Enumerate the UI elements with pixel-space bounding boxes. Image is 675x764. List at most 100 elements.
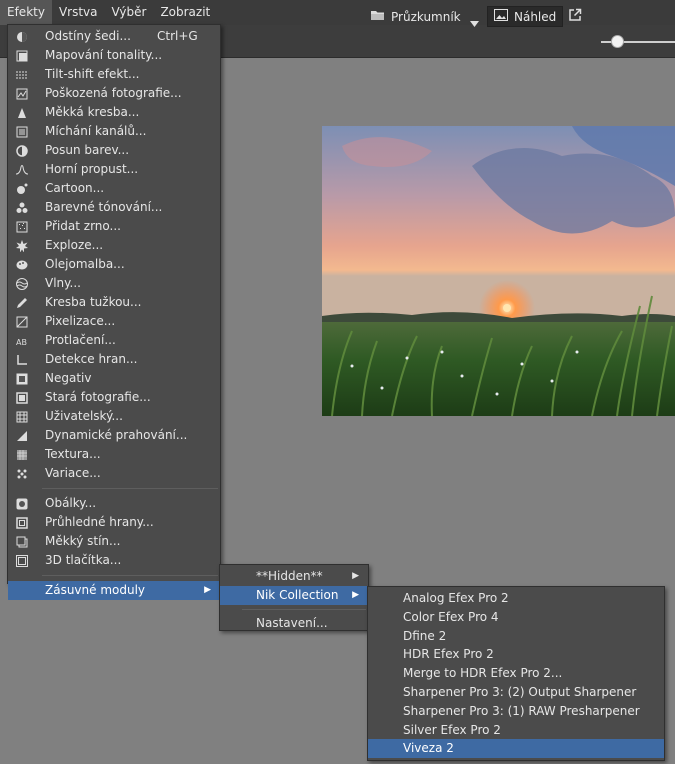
menu-item-sharpener-pro-3-2-output-sharpener[interactable]: Sharpener Pro 3: (2) Output Sharpener: [368, 683, 664, 702]
tonemap-icon: [16, 49, 28, 62]
explorer-dropdown[interactable]: [470, 12, 479, 33]
menu-item-label: Stará fotografie...: [45, 390, 151, 404]
menu-item-label: Měkký stín...: [45, 534, 121, 548]
menu-item-label: Dynamické prahování...: [45, 428, 188, 442]
menu-item-odstiny-sedi[interactable]: Odstíny šedi... Ctrl+G: [8, 27, 220, 46]
menu-item-label: Míchání kanálů...: [45, 124, 147, 138]
menu-item-mapovani-tonality[interactable]: Mapování tonality...: [8, 46, 220, 65]
menu-vyber[interactable]: Výběr: [105, 0, 154, 25]
oil-paint-icon: [16, 258, 28, 270]
menu-item-dfine-2[interactable]: Dfine 2: [368, 627, 664, 646]
chevron-down-icon: [470, 16, 479, 30]
menu-item-pixelizace[interactable]: Pixelizace...: [8, 312, 220, 331]
channel-mixer-icon: [16, 125, 28, 138]
nik-collection-submenu: Analog Efex Pro 2 Color Efex Pro 4 Dfine 2…: [367, 586, 665, 761]
texture-icon: [16, 448, 28, 460]
explorer-button[interactable]: Průzkumník: [370, 6, 461, 27]
shortcut-label: Ctrl+G: [157, 29, 198, 43]
menu-item-label: Tilt-shift efekt...: [45, 67, 140, 81]
menu-item-label: 3D tlačítka...: [45, 553, 122, 567]
menu-item-poskozena-fotografie[interactable]: Poškozená fotografie...: [8, 84, 220, 103]
menu-item-label: Poškozená fotografie...: [45, 86, 182, 100]
menu-separator: [42, 575, 218, 576]
menu-item-pruhledne-hrany[interactable]: Průhledné hrany...: [8, 513, 220, 532]
external-link-icon: [568, 8, 582, 25]
menu-item-horni-propust[interactable]: Horní propust...: [8, 160, 220, 179]
threshold-icon: [16, 429, 28, 441]
menu-item-protlaceni[interactable]: AB Protlačení...: [8, 331, 220, 350]
cartoon-icon: [16, 182, 28, 194]
preview-label: Náhled: [514, 9, 557, 24]
menu-item-label: Vlny...: [45, 276, 81, 290]
color-shift-icon: [16, 144, 28, 157]
menu-zobrazit[interactable]: Zobrazit: [153, 0, 217, 25]
menu-item-mekka-kresba[interactable]: Měkká kresba...: [8, 103, 220, 122]
menu-item-hidden[interactable]: **Hidden** ▶: [220, 567, 368, 586]
edge-detect-icon: [16, 353, 28, 365]
chevron-right-icon: ▶: [204, 585, 211, 595]
grayscale-icon: [16, 30, 28, 42]
menu-item-hdr-efex-pro-2[interactable]: HDR Efex Pro 2: [368, 645, 664, 664]
menu-item-label: Textura...: [45, 447, 101, 461]
menu-item-nik-collection[interactable]: Nik Collection ▶: [220, 586, 368, 605]
menu-item-label: Horní propust...: [45, 162, 139, 176]
menu-item-label: Odstíny šedi...: [45, 29, 131, 43]
menu-item-olejomalba[interactable]: Olejomalba...: [8, 255, 220, 274]
waves-icon: [16, 277, 28, 290]
custom-icon: [16, 410, 28, 423]
menu-item-label: Měkká kresba...: [45, 105, 140, 119]
negative-icon: [16, 372, 28, 385]
menu-item-analog-efex-pro-2[interactable]: Analog Efex Pro 2: [368, 589, 664, 608]
menu-item-settings[interactable]: Nastavení...: [220, 614, 368, 633]
svg-text:AB: AB: [16, 338, 27, 347]
menu-item-posun-barev[interactable]: Posun barev...: [8, 141, 220, 160]
grain-icon: [16, 220, 28, 233]
menu-item-detekce-hran[interactable]: Detekce hran...: [8, 350, 220, 369]
color-toning-icon: [16, 201, 28, 213]
menu-item-color-efex-pro-4[interactable]: Color Efex Pro 4: [368, 608, 664, 627]
menu-item-label: Protlačení...: [45, 333, 116, 347]
menu-item-variace[interactable]: Variace...: [8, 464, 220, 483]
menu-item-plugins[interactable]: Zásuvné moduly ▶: [8, 581, 220, 600]
menu-item-negativ[interactable]: Negativ: [8, 369, 220, 388]
menu-item-sharpener-pro-3-1-raw-presharpener[interactable]: Sharpener Pro 3: (1) RAW Presharpener: [368, 702, 664, 721]
menu-item-label: Negativ: [45, 371, 92, 385]
menu-item-obalky[interactable]: Obálky...: [8, 494, 220, 513]
zoom-slider-handle[interactable]: [611, 35, 624, 48]
soft-drawing-icon: [16, 106, 28, 118]
menu-item-dynamicke-prahovani[interactable]: Dynamické prahování...: [8, 426, 220, 445]
menu-item-label: Průhledné hrany...: [45, 515, 154, 529]
menu-item-stara-fotografie[interactable]: Stará fotografie...: [8, 388, 220, 407]
variations-icon: [16, 467, 28, 479]
menu-item-uzivatelsky[interactable]: Uživatelský...: [8, 407, 220, 426]
menu-item-tilt-shift-efekt[interactable]: Tilt-shift efekt...: [8, 65, 220, 84]
menu-item-kresba-tuzkou[interactable]: Kresba tužkou...: [8, 293, 220, 312]
menu-item-mekky-stin[interactable]: Měkký stín...: [8, 532, 220, 551]
menu-item-3d-tlacitka[interactable]: 3D tlačítka...: [8, 551, 220, 570]
menu-item-label: Detekce hran...: [45, 352, 138, 366]
old-photo-icon: [16, 391, 28, 404]
menu-item-label: Mapování tonality...: [45, 48, 163, 62]
menu-item-vlny[interactable]: Vlny...: [8, 274, 220, 293]
menu-item-viveza-2[interactable]: Viveza 2: [368, 739, 664, 759]
external-window-button[interactable]: [568, 6, 582, 27]
frames-icon: [16, 497, 28, 510]
menu-item-label: Přidat zrno...: [45, 219, 121, 233]
menu-item-pridat-zrno[interactable]: Přidat zrno...: [8, 217, 220, 236]
menu-item-textura[interactable]: Textura...: [8, 445, 220, 464]
menu-vrstva[interactable]: Vrstva: [52, 0, 105, 25]
menu-item-exploze[interactable]: Exploze...: [8, 236, 220, 255]
menu-item-cartoon[interactable]: Cartoon...: [8, 179, 220, 198]
menu-item-michani-kanalu[interactable]: Míchání kanálů...: [8, 122, 220, 141]
image-icon: [494, 9, 508, 24]
menu-efekty[interactable]: Efekty: [0, 0, 52, 25]
menu-item-label: Pixelizace...: [45, 314, 116, 328]
tiltshift-icon: [16, 68, 28, 80]
preview-button[interactable]: Náhled: [487, 6, 564, 27]
menu-item-silver-efex-pro-2[interactable]: Silver Efex Pro 2: [368, 721, 664, 740]
menu-item-barevne-tonovani[interactable]: Barevné tónování...: [8, 198, 220, 217]
menu-item-merge-to-hdr-efex-pro-2[interactable]: Merge to HDR Efex Pro 2...: [368, 664, 664, 683]
chevron-right-icon: ▶: [352, 590, 359, 600]
menu-item-label: Barevné tónování...: [45, 200, 163, 214]
damaged-photo-icon: [16, 87, 28, 100]
